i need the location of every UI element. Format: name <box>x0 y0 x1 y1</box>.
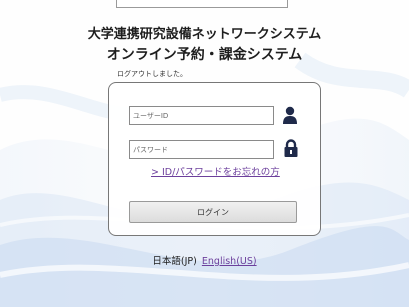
top-header-bar <box>116 0 288 8</box>
login-box: > ID/パスワードをお忘れの方 ログイン <box>108 82 321 236</box>
login-button[interactable]: ログイン <box>129 201 297 223</box>
language-switcher: 日本語(JP) English(US) <box>0 256 409 268</box>
page-title-line2: オンライン予約・課金システム <box>106 47 303 63</box>
lock-icon <box>284 139 298 157</box>
language-current: 日本語(JP) <box>152 256 197 267</box>
login-page: 大学連携研究設備ネットワークシステム オンライン予約・課金システム ログアウトし… <box>0 0 409 307</box>
logout-message: ログアウトしました。 <box>117 70 187 78</box>
user-id-input[interactable] <box>129 106 274 125</box>
user-icon <box>283 106 297 124</box>
language-english-link[interactable]: English(US) <box>202 256 257 267</box>
password-input[interactable] <box>129 140 274 159</box>
forgot-password-link[interactable]: > ID/パスワードをお忘れの方 <box>151 167 280 179</box>
page-title-line1: 大学連携研究設備ネットワークシステム <box>87 27 322 42</box>
